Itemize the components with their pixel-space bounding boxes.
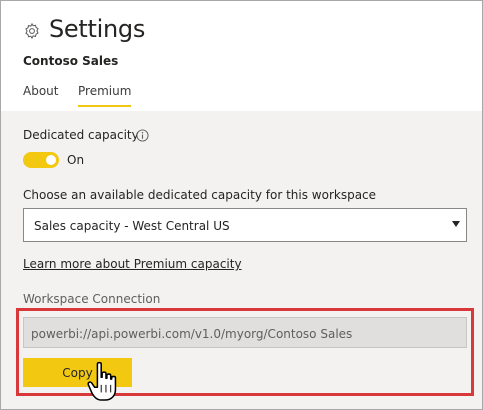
settings-pane: Settings Contoso Sales About Premium Ded…	[0, 0, 483, 410]
settings-header: Settings Contoso Sales About Premium	[1, 1, 482, 111]
hand-pointer-icon	[87, 361, 117, 401]
callout-highlight-box	[16, 308, 474, 396]
page-title: Settings	[49, 15, 146, 43]
capacity-select-label: Choose an available dedicated capacity f…	[23, 188, 377, 202]
learn-more-link[interactable]: Learn more about Premium capacity	[23, 257, 242, 271]
toggle-state-label: On	[67, 153, 85, 167]
info-icon[interactable]	[136, 129, 149, 142]
dedicated-capacity-label: Dedicated capacity	[23, 128, 139, 142]
caret-down-icon	[452, 221, 460, 227]
dedicated-capacity-toggle[interactable]	[23, 152, 59, 168]
capacity-select[interactable]: Sales capacity - West Central US	[23, 208, 467, 242]
tab-premium-underline	[78, 105, 131, 107]
workspace-name: Contoso Sales	[23, 54, 119, 68]
tab-premium[interactable]: Premium	[78, 84, 131, 98]
toggle-knob	[46, 155, 56, 165]
tab-about[interactable]: About	[23, 84, 58, 98]
gear-icon	[25, 22, 39, 40]
capacity-select-value: Sales capacity - West Central US	[34, 219, 230, 233]
workspace-connection-label: Workspace Connection	[23, 292, 161, 306]
